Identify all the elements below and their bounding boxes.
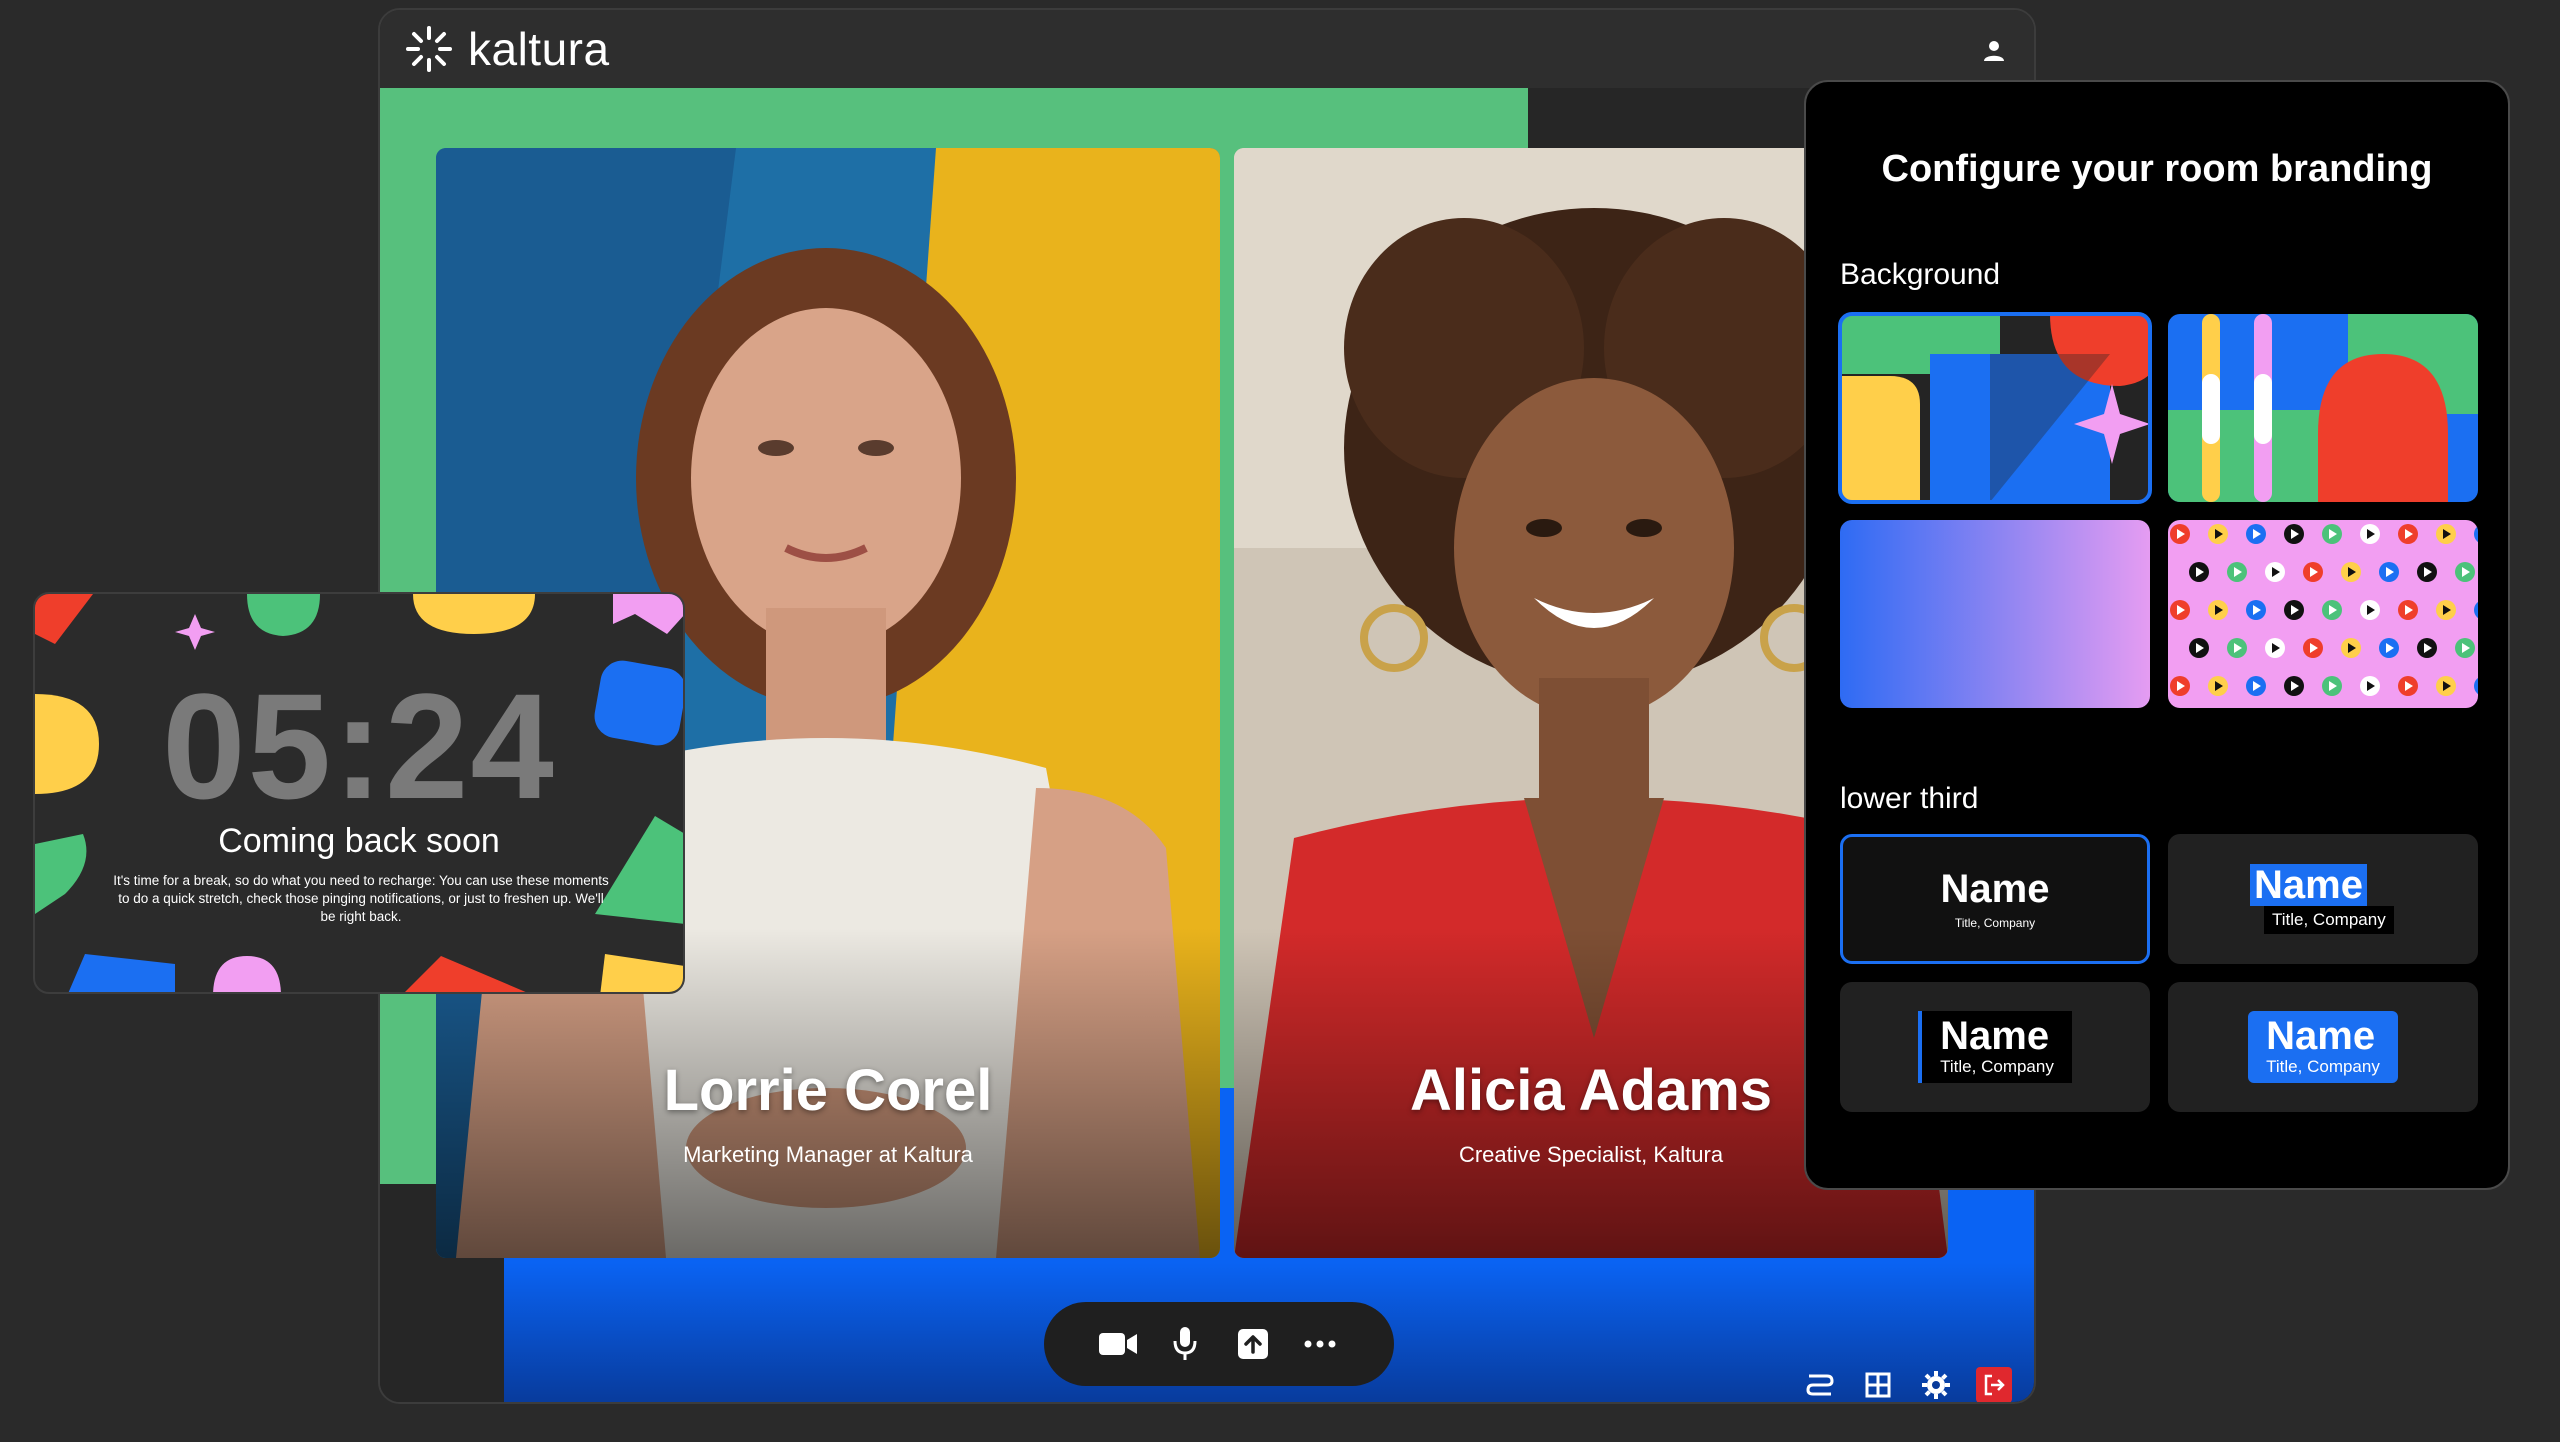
break-screen-card: 05:24 Coming back soon It's time for a b… <box>33 592 685 994</box>
participant-title: Creative Specialist, Kaltura <box>1458 1142 1724 1167</box>
lower-third-block: Name Title, Company <box>2248 1011 2398 1083</box>
lower-third-subtitle: Title, Company <box>2264 906 2394 934</box>
kaltura-burst-icon <box>406 26 452 72</box>
participant-title: Marketing Manager at Kaltura <box>683 1142 973 1167</box>
microphone-icon[interactable] <box>1162 1321 1208 1367</box>
lower-third-name: Name <box>1940 1014 2050 1058</box>
background-option-1[interactable] <box>1838 312 2152 504</box>
background-option-2[interactable] <box>2168 314 2478 502</box>
lower-third-name: Name <box>2250 864 2367 906</box>
break-message: It's time for a break, so do what you ne… <box>113 873 609 924</box>
panel-title: Configure your room branding <box>1881 148 2433 190</box>
bottom-toolbar <box>1802 1364 2012 1402</box>
kaltura-logo: kaltura <box>404 22 610 76</box>
lower-third-option-2[interactable]: Name Title, Company <box>2168 834 2478 964</box>
room-branding-panel: Configure your room branding Background <box>1804 80 2510 1190</box>
break-countdown-timer: 05:24 <box>162 662 556 830</box>
background-option-3[interactable] <box>1840 520 2150 708</box>
top-bar: kaltura <box>380 10 2034 88</box>
lower-third-subtitle: Title, Company <box>1940 1057 2054 1076</box>
lower-third-option-1[interactable]: Name Title, Company <box>1840 834 2150 964</box>
more-options-icon[interactable] <box>1297 1321 1343 1367</box>
camera-icon[interactable] <box>1095 1321 1141 1367</box>
participant-name: Alicia Adams <box>1409 1058 1773 1123</box>
background-option-4[interactable] <box>2168 520 2478 708</box>
call-controls <box>1044 1302 1394 1386</box>
participant-name: Lorrie Corel <box>663 1058 993 1123</box>
break-title: Coming back soon <box>218 822 500 860</box>
layout-switch-icon[interactable] <box>1802 1367 1838 1402</box>
lower-third-section-label: lower third <box>1840 782 1979 815</box>
logo-text: kaltura <box>468 23 610 75</box>
lower-third-subtitle: Title, Company <box>2266 1057 2380 1076</box>
background-section-label: Background <box>1840 258 2001 291</box>
lower-third-block: Name Title, Company <box>1918 1011 2072 1083</box>
grid-view-icon[interactable] <box>1860 1367 1896 1402</box>
share-screen-icon[interactable] <box>1230 1321 1276 1367</box>
lower-third-name: Name <box>1940 867 2050 911</box>
lower-third-option-3[interactable]: Name Title, Company <box>1840 982 2150 1112</box>
lower-third-option-4[interactable]: Name Title, Company <box>2168 982 2478 1112</box>
lower-third-name: Name <box>2266 1014 2376 1058</box>
settings-gear-icon[interactable] <box>1918 1367 1954 1402</box>
leave-meeting-icon[interactable] <box>1976 1367 2012 1402</box>
user-icon[interactable] <box>1978 34 2010 66</box>
lower-third-subtitle: Title, Company <box>1954 916 2036 930</box>
